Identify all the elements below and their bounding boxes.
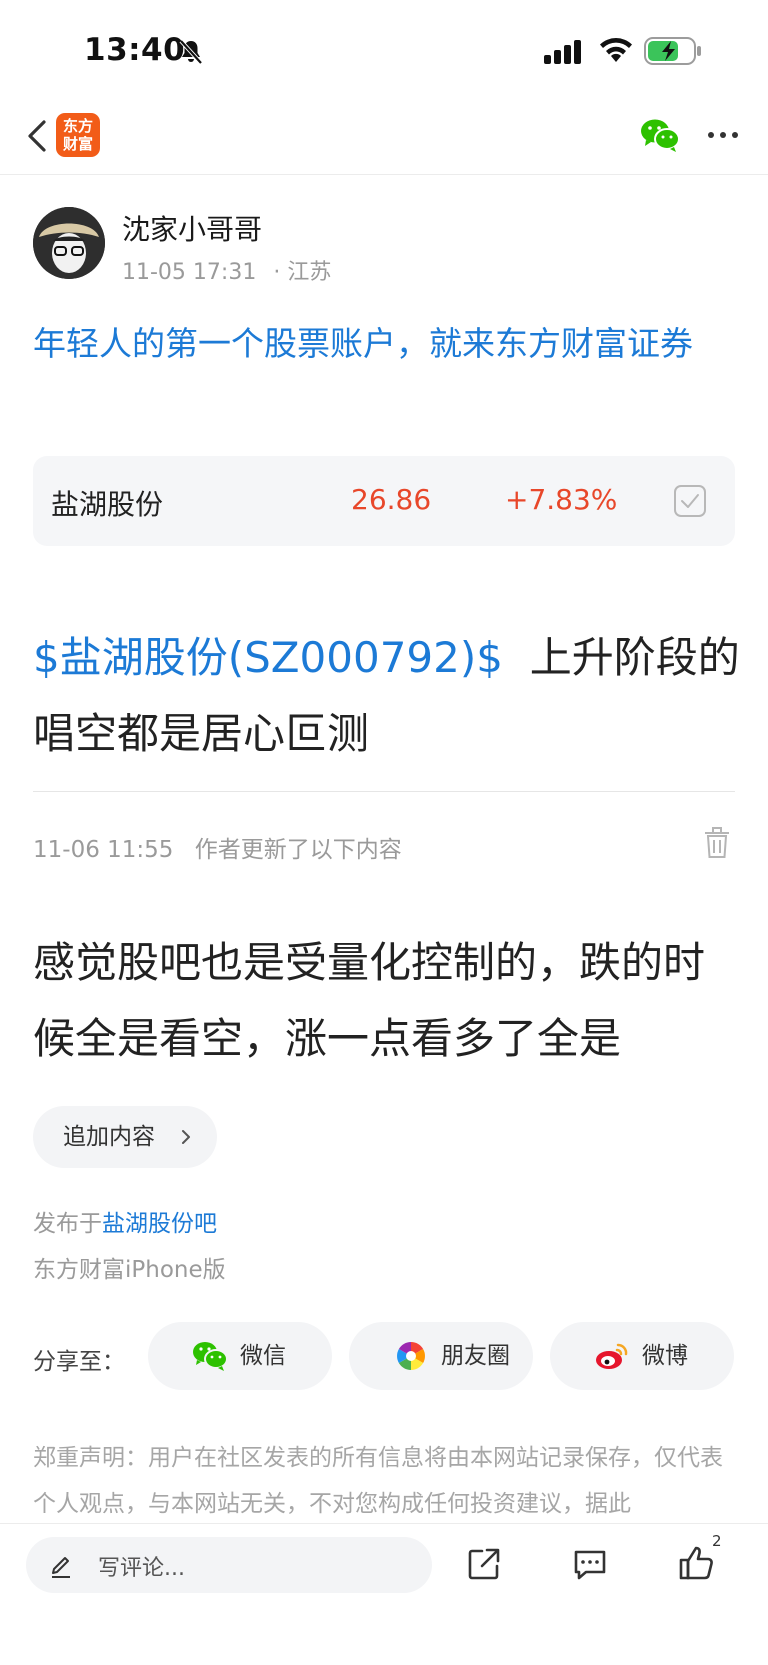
share-weibo-label: 微博	[642, 1343, 688, 1369]
pencil-icon	[52, 1557, 70, 1578]
signal-icon	[544, 40, 581, 64]
add-content-label: 追加内容	[63, 1124, 155, 1150]
stock-tag-link[interactable]: $盐湖股份(SZ000792)$	[33, 633, 503, 682]
weibo-icon	[596, 1343, 628, 1369]
post-location: · 江苏	[273, 260, 332, 285]
published-in: 发布于盐湖股份吧	[33, 1204, 217, 1238]
share-moments-button[interactable]: 朋友圈	[349, 1322, 533, 1390]
share-label: 分享至：	[33, 1349, 125, 1375]
like-icon[interactable]	[678, 1544, 716, 1582]
bottom-bar: 写评论... 2	[0, 1523, 768, 1665]
like-count: 2	[712, 1532, 722, 1550]
share-moments-label: 朋友圈	[441, 1343, 510, 1369]
published-prefix: 发布于	[33, 1211, 102, 1237]
chevron-right-icon	[182, 1130, 190, 1144]
post-date: 11-05 17:31	[122, 260, 257, 285]
avatar[interactable]	[33, 207, 105, 279]
nav-bar: 东方财富	[0, 100, 768, 175]
trash-icon[interactable]	[702, 826, 732, 860]
promo-link[interactable]: 年轻人的第一个股票账户，就来东方财富证券	[33, 318, 733, 370]
wifi-icon	[600, 38, 632, 62]
post-title: $盐湖股份(SZ000792)$ 上升阶段的唱空都是居心叵测	[33, 620, 741, 772]
stock-change: +7.83%	[505, 483, 618, 516]
comment-placeholder: 写评论...	[98, 1556, 185, 1581]
wechat-icon[interactable]	[640, 118, 680, 152]
avatar-illustration	[33, 207, 105, 279]
moments-icon	[397, 1342, 425, 1370]
app-logo-text: 东方财富	[62, 117, 93, 153]
stock-bar-link[interactable]: 盐湖股份吧	[102, 1211, 217, 1237]
update-body: 感觉股吧也是受量化控制的，跌的时候全是看空，涨一点看多了全是	[33, 938, 706, 1063]
share-weibo-button[interactable]: 微博	[550, 1322, 734, 1390]
bell-off-icon	[179, 39, 203, 65]
author-name[interactable]: 沈家小哥哥	[122, 208, 262, 248]
divider	[33, 791, 735, 792]
checkbox-icon[interactable]	[673, 484, 707, 518]
update-time: 11-06 11:55	[33, 837, 174, 863]
share-wechat-label: 微信	[240, 1343, 286, 1369]
status-time: 13:40	[84, 32, 186, 68]
stock-price: 26.86	[351, 483, 432, 516]
back-icon[interactable]	[20, 114, 56, 158]
update-meta: 11-06 11:55 作者更新了以下内容	[33, 830, 416, 864]
comment-icon[interactable]	[572, 1546, 608, 1582]
wechat-icon	[193, 1342, 228, 1371]
comment-input[interactable]: 写评论...	[26, 1537, 432, 1593]
add-content-button[interactable]: 追加内容	[33, 1106, 217, 1168]
more-icon[interactable]	[706, 122, 740, 148]
disclaimer: 郑重声明：用户在社区发表的所有信息将由本网站记录保存，仅代表个人观点，与本网站无…	[33, 1445, 723, 1517]
status-bar: 13:40	[0, 0, 768, 100]
update-label: 作者更新了以下内容	[194, 837, 402, 863]
author-meta: 11-05 17:31 · 江苏	[122, 254, 341, 286]
share-out-icon[interactable]	[466, 1546, 502, 1582]
app-logo[interactable]: 东方财富	[56, 113, 100, 157]
stock-name: 盐湖股份	[51, 488, 164, 521]
stock-card[interactable]: 盐湖股份 26.86 +7.83%	[33, 456, 735, 546]
battery-icon	[644, 37, 701, 65]
share-wechat-button[interactable]: 微信	[148, 1322, 332, 1390]
client-info: 东方财富iPhone版	[33, 1257, 226, 1283]
